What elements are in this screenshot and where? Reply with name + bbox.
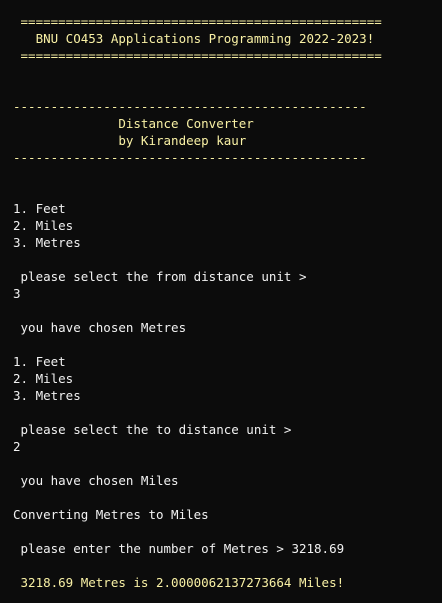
app-banner-rule-top: ----------------------------------------… — [13, 99, 367, 114]
to-unit-confirmation: you have chosen Miles — [13, 473, 179, 488]
to-menu-option-miles: 2. Miles — [13, 371, 74, 386]
to-menu-option-metres: 3. Metres — [13, 388, 81, 403]
console-window: ========================================… — [0, 0, 442, 603]
from-menu-option-metres: 3. Metres — [13, 235, 81, 250]
to-unit-prompt: please select the to distance unit > — [13, 422, 292, 437]
from-unit-prompt: please select the from distance unit > — [13, 269, 307, 284]
to-menu-option-feet: 1. Feet — [13, 354, 66, 369]
app-name: Distance Converter — [13, 116, 254, 131]
conversion-heading: Converting Metres to Miles — [13, 507, 209, 522]
from-menu-option-miles: 2. Miles — [13, 218, 74, 233]
header-rule-bottom: ========================================… — [13, 48, 382, 63]
to-unit-input[interactable]: 2 — [13, 438, 21, 455]
amount-prompt[interactable]: please enter the number of Metres > 3218… — [13, 540, 345, 557]
app-author: by Kirandeep kaur — [13, 133, 247, 148]
from-unit-confirmation: you have chosen Metres — [13, 320, 187, 335]
conversion-result: 3218.69 Metres is 2.0000062137273664 Mil… — [13, 575, 345, 590]
from-menu-option-feet: 1. Feet — [13, 201, 66, 216]
header-rule-top: ========================================… — [13, 14, 382, 29]
header-title: BNU CO453 Applications Programming 2022-… — [13, 31, 375, 46]
app-banner-rule-bottom: ----------------------------------------… — [13, 150, 367, 165]
from-unit-input[interactable]: 3 — [13, 285, 21, 302]
